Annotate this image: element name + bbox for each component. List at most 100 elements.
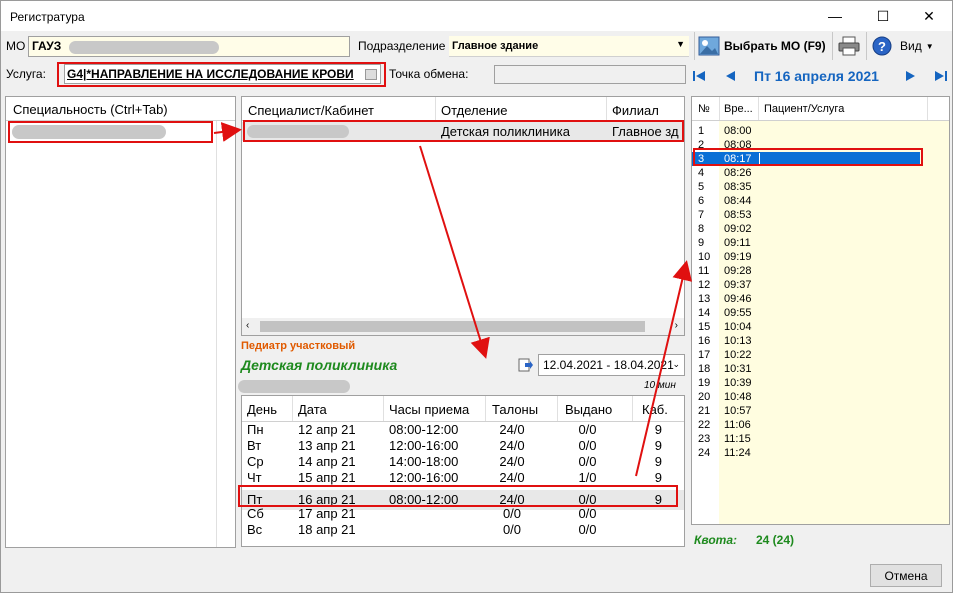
- schedule-cell: 24/0: [499, 454, 525, 469]
- highlight-slot: [693, 148, 923, 166]
- schedule-cell: 15 апр 21: [298, 470, 356, 485]
- slot-row[interactable]: 21 10:57: [692, 404, 949, 418]
- specialty-grid-line: [216, 121, 217, 547]
- schedule-cell: 13 апр 21: [298, 438, 356, 453]
- slot-number: 5: [698, 181, 705, 193]
- quota-label: Квота:: [694, 533, 737, 547]
- schedule-cell: 0/0: [578, 438, 597, 453]
- schedule-cell: 1/0: [578, 470, 597, 485]
- first-day-icon[interactable]: [690, 67, 708, 85]
- mo-label: МО: [6, 39, 26, 53]
- slot-number: 17: [698, 349, 711, 361]
- schedule-row[interactable]: Чт 15 апр 21 12:00-16:00 24/0 1/0 9: [242, 470, 684, 486]
- slot-row[interactable]: 4 08:26: [692, 166, 949, 180]
- horizontal-scrollbar[interactable]: ‹ ›: [242, 318, 684, 335]
- schedule-row[interactable]: Ср 14 апр 21 14:00-18:00 24/0 0/0 9: [242, 454, 684, 470]
- schedule-row[interactable]: Вс 18 апр 21 0/0 0/0: [242, 522, 684, 538]
- col-slot-patient: Пациент/Услуга: [764, 103, 845, 115]
- col-day: День: [247, 402, 277, 417]
- schedule-cell: 9: [654, 454, 662, 469]
- col-room: Каб.: [642, 402, 668, 417]
- slot-row[interactable]: 18 10:31: [692, 362, 949, 376]
- slot-time: 08:44: [724, 195, 752, 207]
- next-day-icon[interactable]: [903, 67, 919, 85]
- slot-time: 08:00: [724, 125, 752, 137]
- slot-row[interactable]: 19 10:39: [692, 376, 949, 390]
- specialty-panel[interactable]: Специальность (Ctrl+Tab): [5, 96, 236, 548]
- view-menu-button[interactable]: ? Вид ▼: [872, 34, 938, 58]
- slot-row[interactable]: 7 08:53: [692, 208, 949, 222]
- slot-time: 10:13: [724, 335, 752, 347]
- slot-row[interactable]: 9 09:11: [692, 236, 949, 250]
- schedule-row[interactable]: Вт 13 апр 21 12:00-16:00 24/0 0/0 9: [242, 438, 684, 454]
- schedule-cell: 0/0: [578, 422, 597, 437]
- print-button[interactable]: [836, 34, 862, 58]
- cancel-button[interactable]: Отмена: [870, 564, 942, 587]
- scroll-left-icon[interactable]: ‹: [246, 320, 249, 331]
- schedule-row[interactable]: Сб 17 апр 21 0/0 0/0: [242, 506, 684, 522]
- scroll-thumb[interactable]: [260, 321, 645, 332]
- slot-row[interactable]: 1 08:00: [692, 124, 949, 138]
- slot-row[interactable]: 8 09:02: [692, 222, 949, 236]
- slot-number: 12: [698, 279, 711, 291]
- schedule-cell: 24/0: [499, 422, 525, 437]
- close-button[interactable]: ✕: [906, 1, 952, 31]
- slot-number: 8: [698, 223, 705, 235]
- schedule-cell: Пн: [247, 422, 264, 437]
- slot-row[interactable]: 6 08:44: [692, 194, 949, 208]
- schedule-panel[interactable]: День Дата Часы приема Талоны Выдано Каб.…: [241, 395, 685, 547]
- printer-icon: [838, 36, 860, 56]
- slot-row[interactable]: 23 11:15: [692, 432, 949, 446]
- slot-row[interactable]: 11 09:28: [692, 264, 949, 278]
- schedule-cell: 0/0: [578, 506, 597, 521]
- subdivision-label: Подразделение: [358, 39, 446, 53]
- slot-row[interactable]: 20 10:48: [692, 390, 949, 404]
- mo-field[interactable]: ГАУЗ: [28, 36, 350, 57]
- mo-name-redacted: [69, 41, 219, 54]
- doctor-department: Детская поликлиника: [241, 357, 398, 373]
- slot-row[interactable]: 24 11:24: [692, 446, 949, 460]
- slot-duration: 10 мин: [644, 380, 676, 391]
- schedule-cell: 0/0: [502, 506, 522, 521]
- mo-value: ГАУЗ: [32, 39, 62, 53]
- subdivision-select[interactable]: Главное здание ▼: [449, 36, 689, 57]
- slot-row[interactable]: 13 09:46: [692, 292, 949, 306]
- slot-time: 10:39: [724, 377, 752, 389]
- date-range-select[interactable]: 12.04.2021 - 18.04.2021 ⌄: [538, 354, 685, 376]
- slot-row[interactable]: 15 10:04: [692, 320, 949, 334]
- slot-time: 09:19: [724, 251, 752, 263]
- slot-row[interactable]: 10 09:19: [692, 250, 949, 264]
- schedule-cell: Вт: [247, 438, 262, 453]
- picture-icon: [698, 36, 720, 56]
- slot-row[interactable]: 17 10:22: [692, 348, 949, 362]
- slot-number: 10: [698, 251, 711, 263]
- scroll-right-icon[interactable]: ›: [675, 320, 678, 331]
- slot-number: 15: [698, 321, 711, 333]
- window-title: Регистратура: [10, 10, 85, 24]
- slot-time: 10:04: [724, 321, 752, 333]
- minimize-button[interactable]: —: [812, 1, 858, 31]
- col-hours: Часы приема: [389, 402, 470, 417]
- slot-row[interactable]: 16 10:13: [692, 334, 949, 348]
- schedule-row[interactable]: Пн 12 апр 21 08:00-12:00 24/0 0/0 9: [242, 422, 684, 438]
- slot-time: 10:22: [724, 349, 752, 361]
- maximize-button[interactable]: ☐: [860, 1, 906, 31]
- slot-row[interactable]: 5 08:35: [692, 180, 949, 194]
- slot-number: 19: [698, 377, 711, 389]
- choose-mo-button[interactable]: Выбрать МО (F9): [698, 34, 828, 58]
- prev-day-icon[interactable]: [722, 67, 738, 85]
- col-department: Отделение: [441, 103, 508, 118]
- schedule-cell: 24/0: [499, 438, 525, 453]
- last-day-icon[interactable]: [932, 67, 950, 85]
- highlight-service: [57, 62, 386, 87]
- slot-row[interactable]: 22 11:06: [692, 418, 949, 432]
- specialists-header: Специалист/Кабинет Отделение Филиал: [242, 97, 684, 121]
- col-slot-num: №: [698, 103, 710, 115]
- schedule-cell: 14:00-18:00: [389, 454, 459, 469]
- slot-row[interactable]: 14 09:55: [692, 306, 949, 320]
- exchange-field[interactable]: [494, 65, 686, 84]
- slot-row[interactable]: 12 09:37: [692, 278, 949, 292]
- slot-time: 11:24: [724, 447, 751, 459]
- calendar-arrow-icon[interactable]: [517, 356, 535, 374]
- schedule-cell: Чт: [247, 470, 262, 485]
